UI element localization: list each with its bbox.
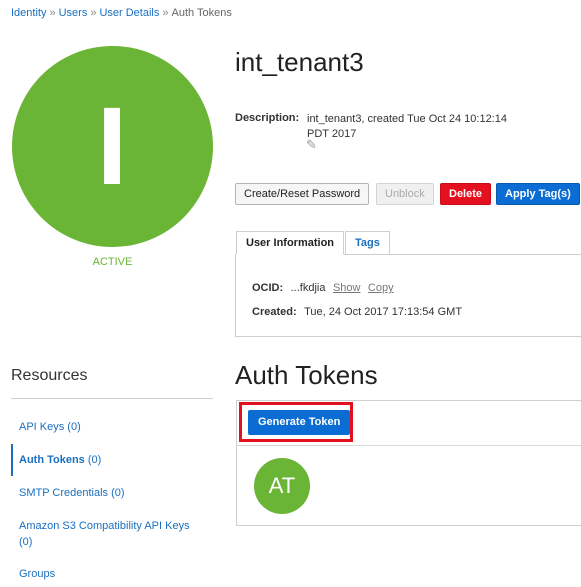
- sidebar-item-smtp-credentials[interactable]: SMTP Credentials (0): [19, 485, 209, 501]
- sidebar-item-auth-tokens-count: (0): [87, 454, 102, 466]
- auth-tokens-divider: [237, 445, 581, 446]
- section-title: Auth Tokens: [235, 360, 378, 390]
- created-row: Created: Tue, 24 Oct 2017 17:13:54 GMT: [252, 302, 462, 320]
- apply-tags-button[interactable]: Apply Tag(s): [496, 183, 580, 205]
- created-value: Tue, 24 Oct 2017 17:13:54 GMT: [304, 306, 463, 318]
- breadcrumb-users[interactable]: Users: [59, 7, 88, 19]
- generate-token-button[interactable]: Generate Token: [248, 410, 351, 435]
- description-value: int_tenant3, created Tue Oct 24 10:12:14…: [307, 112, 537, 142]
- sidebar-item-api-keys[interactable]: API Keys (0): [19, 419, 209, 435]
- unblock-button: Unblock: [376, 183, 434, 205]
- description-line-1: int_tenant3, created Tue Oct 24 10:12:14: [307, 113, 507, 125]
- created-label: Created:: [252, 306, 297, 318]
- ocid-copy-link[interactable]: Copy: [368, 282, 394, 294]
- breadcrumb-user-details[interactable]: User Details: [99, 7, 159, 19]
- resources-divider: [11, 398, 213, 399]
- create-reset-password-button[interactable]: Create/Reset Password: [235, 183, 370, 205]
- ocid-show-link[interactable]: Show: [333, 282, 361, 294]
- breadcrumb-separator: »: [162, 7, 169, 19]
- resources-title: Resources: [11, 367, 88, 384]
- ocid-label: OCID:: [252, 282, 284, 294]
- status-label: ACTIVE: [92, 256, 133, 268]
- breadcrumb-current: Auth Tokens: [171, 7, 232, 19]
- avatar-letter: I: [96, 84, 128, 208]
- breadcrumb-separator: »: [90, 7, 97, 19]
- ocid-row: OCID: ...fkdjia Show Copy: [252, 278, 394, 296]
- breadcrumb-identity[interactable]: Identity: [11, 7, 46, 19]
- pencil-icon[interactable]: ✎: [306, 137, 317, 153]
- tab-tags[interactable]: Tags: [345, 231, 390, 255]
- breadcrumb-separator: »: [49, 7, 56, 19]
- sidebar-item-groups[interactable]: Groups: [19, 566, 209, 582]
- tab-user-information[interactable]: User Information: [236, 231, 345, 255]
- sidebar-item-auth-tokens[interactable]: Auth Tokens (0): [19, 452, 209, 468]
- active-indicator: [11, 444, 13, 476]
- ocid-value: ...fkdjia: [290, 282, 326, 294]
- sidebar-item-s3-keys[interactable]: Amazon S3 Compatibility API Keys (0): [19, 518, 204, 550]
- page-title: int_tenant3: [235, 47, 364, 77]
- auth-token-empty-avatar: AT: [254, 458, 310, 514]
- delete-button[interactable]: Delete: [440, 183, 492, 205]
- description-line-2: PDT 2017: [307, 128, 357, 140]
- breadcrumb: Identity» Users» User Details» Auth Tokens: [11, 7, 232, 19]
- user-avatar: I: [12, 46, 213, 247]
- sidebar-item-auth-tokens-label: Auth Tokens: [19, 454, 85, 466]
- description-label: Description:: [235, 112, 300, 124]
